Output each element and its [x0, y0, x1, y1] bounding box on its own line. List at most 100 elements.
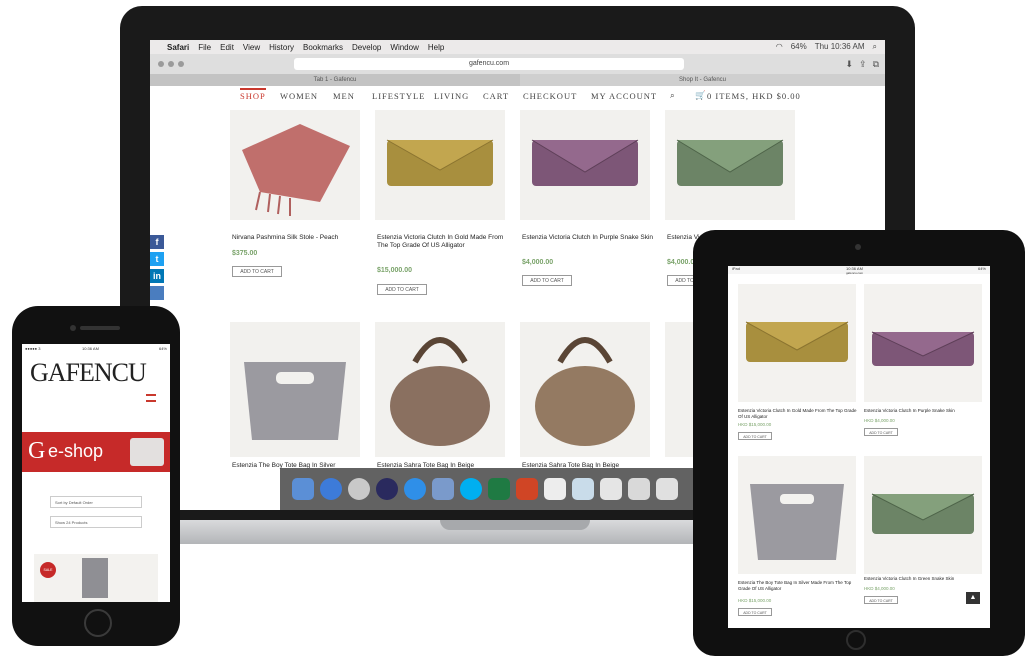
tab-bar: Tab 1 - Gafencu Shop It - Gafencu — [150, 74, 885, 86]
document-icon[interactable] — [544, 478, 566, 500]
sale-badge: SALE — [40, 562, 56, 578]
finder-icon[interactable] — [292, 478, 314, 500]
wifi-icon[interactable]: ◠ — [776, 42, 783, 52]
menu-window[interactable]: Window — [390, 43, 418, 52]
ipad-screen: iPad 10:36 AM 64% gafencu.com Estenzia V… — [728, 266, 990, 628]
add-to-cart-button[interactable]: ADD TO CART — [232, 266, 282, 277]
menu-view[interactable]: View — [243, 43, 260, 52]
photos-icon[interactable] — [376, 478, 398, 500]
tabs-icon[interactable]: ⧉ — [873, 59, 879, 70]
product-image-beige-tote[interactable] — [375, 322, 505, 457]
share-icon[interactable] — [150, 286, 164, 300]
facebook-icon[interactable]: f — [150, 235, 164, 249]
preview-icon[interactable] — [432, 478, 454, 500]
powerpoint-icon[interactable] — [516, 478, 538, 500]
nav-living[interactable]: LIVING — [434, 91, 469, 101]
phone-home-button[interactable] — [84, 609, 112, 637]
ipad-product-image-purple-clutch[interactable] — [864, 284, 982, 402]
gafencu-logo[interactable]: GAFENCU — [30, 358, 147, 388]
product-image-green-clutch[interactable] — [665, 110, 795, 220]
window-thumbnail-icon[interactable] — [628, 478, 650, 500]
ipad-status-bar: iPad 10:36 AM 64% gafencu.com — [728, 266, 990, 275]
ipad-product-name[interactable]: Estenzia The Boy Tote Bag In Silver Made… — [738, 580, 858, 592]
product-image-beige-tote-2[interactable] — [520, 322, 650, 457]
menu-history[interactable]: History — [269, 43, 294, 52]
menu-develop[interactable]: Develop — [352, 43, 381, 52]
menu-file[interactable]: File — [198, 43, 211, 52]
window-thumbnail-icon[interactable] — [656, 478, 678, 500]
tab-2[interactable]: Shop It - Gafencu — [520, 74, 885, 86]
nav-checkout[interactable]: CHECKOUT — [523, 91, 577, 101]
add-to-cart-button[interactable]: ADD TO CART — [377, 284, 427, 295]
window-thumbnail-icon[interactable] — [572, 478, 594, 500]
product-image-purple-clutch[interactable] — [520, 110, 650, 220]
product-name[interactable]: Estenzia Victoria Clutch In Purple Snake… — [522, 234, 657, 242]
add-to-cart-button[interactable]: ADD TO CART — [522, 275, 572, 286]
phone-status-bar: ●●●●● 3 10:36 AM 64% — [22, 344, 170, 352]
search-icon[interactable]: ⌕ — [873, 42, 877, 52]
search-icon[interactable]: ⌕ — [670, 91, 676, 101]
product-image-silver-tote[interactable] — [230, 322, 360, 457]
ipad-add-to-cart-button[interactable]: ADD TO CART — [864, 596, 898, 604]
sort-select[interactable]: Sort by Default Order — [50, 496, 142, 508]
show-count-select[interactable]: Show 24 Products — [50, 516, 142, 528]
menu-help[interactable]: Help — [428, 43, 444, 52]
launchpad-icon[interactable] — [348, 478, 370, 500]
product-image-stole[interactable] — [230, 110, 360, 220]
hamburger-menu-icon[interactable] — [146, 394, 156, 402]
browser-toolbar: gafencu.com ⬇ ⇪ ⧉ — [150, 54, 885, 74]
menu-edit[interactable]: Edit — [220, 43, 234, 52]
safari-icon[interactable] — [320, 478, 342, 500]
nav-lifestyle[interactable]: LIFESTYLE — [372, 91, 425, 101]
ipad-product-name[interactable]: Estenzia Victoria Clutch In Green Snake … — [864, 576, 984, 582]
phone-signal: ●●●●● 3 — [25, 346, 41, 351]
menu-bookmarks[interactable]: Bookmarks — [303, 43, 343, 52]
phone-clock: 10:36 AM — [82, 346, 99, 351]
ipad-home-button[interactable] — [846, 630, 866, 650]
close-window-button[interactable] — [158, 61, 164, 67]
cart-summary[interactable]: 0 ITEMS, HKD $0.00 — [707, 91, 801, 101]
cart-icon[interactable]: 🛒 — [695, 91, 707, 101]
phone-battery: 64% — [158, 346, 167, 351]
nav-cart[interactable]: CART — [483, 91, 509, 101]
ipad-add-to-cart-button[interactable]: ADD TO CART — [738, 432, 772, 440]
ipad-add-to-cart-button[interactable]: ADD TO CART — [864, 428, 898, 436]
phone-product-card[interactable]: SALE — [34, 554, 158, 602]
phone-camera — [70, 325, 76, 331]
ipad-product-price: HKD $15,000.00 — [738, 422, 772, 427]
window-controls — [158, 61, 184, 67]
ipad-product-name[interactable]: Estenzia Victoria Clutch In Gold Made Fr… — [738, 408, 858, 420]
eshop-banner-text: e-shop — [48, 441, 104, 461]
ipad-add-to-cart-button[interactable]: ADD TO CART — [738, 608, 772, 616]
ipad-product-image-gold-clutch[interactable] — [738, 284, 856, 402]
menu-safari[interactable]: Safari — [167, 43, 189, 52]
app-store-icon[interactable] — [404, 478, 426, 500]
ipad-product-image-green-clutch[interactable] — [864, 456, 982, 574]
window-thumbnail-icon[interactable] — [600, 478, 622, 500]
product-name[interactable]: Estenzia Victoria Clutch In Gold Made Fr… — [377, 234, 512, 250]
ipad-url[interactable]: gafencu.com — [846, 271, 863, 275]
tab-1[interactable]: Tab 1 - Gafencu — [150, 74, 520, 86]
linkedin-icon[interactable]: in — [150, 269, 164, 283]
nav-men[interactable]: MEN — [333, 91, 355, 101]
phone-product-image — [82, 558, 108, 598]
skype-icon[interactable] — [460, 478, 482, 500]
eshop-banner[interactable]: G e-shop — [22, 432, 170, 472]
ipad-product-name[interactable]: Estenzia Victoria Clutch In Purple Snake… — [864, 408, 984, 414]
twitter-icon[interactable]: t — [150, 252, 164, 266]
ipad-product-image-silver-tote[interactable] — [738, 456, 856, 574]
share-icon[interactable]: ⇪ — [859, 59, 867, 70]
address-bar[interactable]: gafencu.com — [294, 58, 684, 70]
nav-shop[interactable]: SHOP — [240, 88, 266, 101]
scroll-top-button[interactable]: ▲ — [966, 592, 980, 604]
mac-menubar: Safari File Edit View History Bookmarks … — [150, 40, 885, 54]
minimize-window-button[interactable] — [168, 61, 174, 67]
product-name[interactable]: Nirvana Pashmina Silk Stole - Peach — [232, 234, 367, 242]
excel-icon[interactable] — [488, 478, 510, 500]
nav-women[interactable]: WOMEN — [280, 91, 318, 101]
zoom-window-button[interactable] — [178, 61, 184, 67]
banner-product-image — [130, 438, 164, 466]
nav-my-account[interactable]: MY ACCOUNT — [591, 91, 657, 101]
download-icon[interactable]: ⬇ — [845, 59, 853, 70]
product-image-gold-clutch[interactable] — [375, 110, 505, 220]
